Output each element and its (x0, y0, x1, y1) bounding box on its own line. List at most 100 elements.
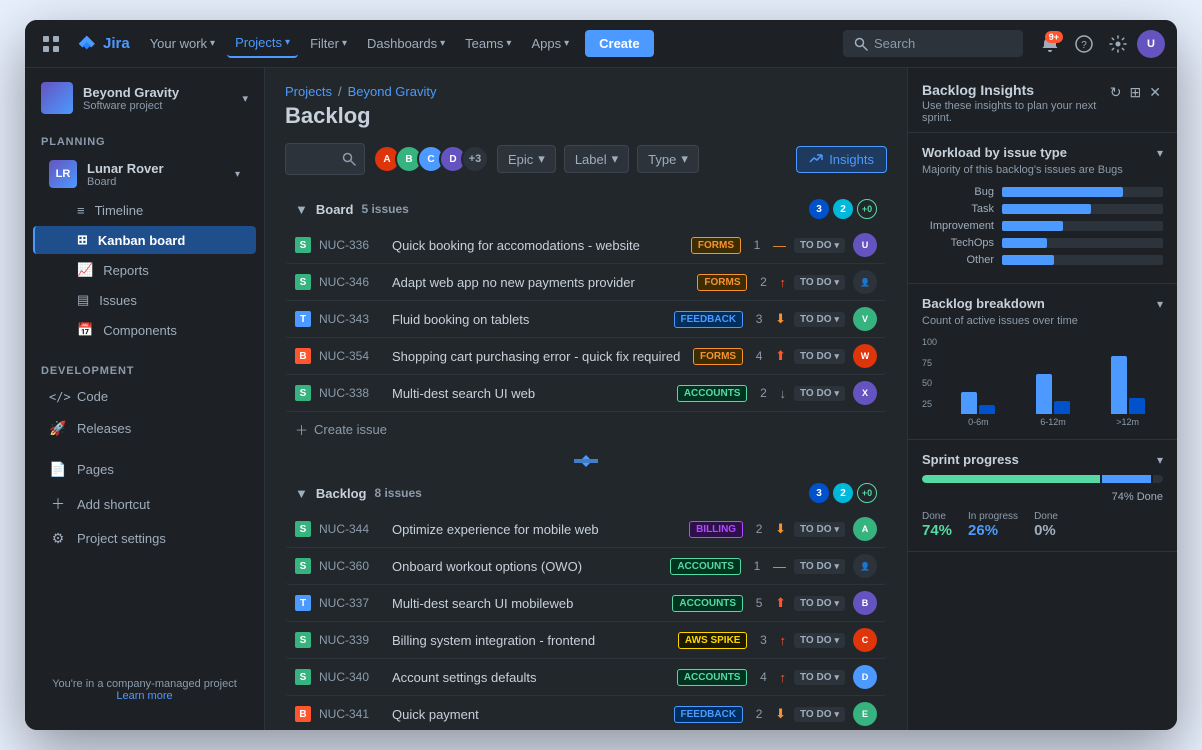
help-button[interactable]: ? (1069, 29, 1099, 59)
status-todo[interactable]: TO DO▾ (794, 670, 845, 685)
nav-teams[interactable]: Teams ▾ (457, 30, 519, 57)
issue-tag: FORMS (691, 237, 741, 254)
board-section-header[interactable]: ▼ Board 5 issues 3 2 +0 (285, 191, 887, 227)
insights-button[interactable]: Insights (796, 146, 887, 173)
table-row[interactable]: S NUC-340 Account settings defaults ACCO… (285, 659, 887, 696)
sidebar-item-code[interactable]: </> Code (33, 382, 256, 411)
sidebar-item-timeline[interactable]: ≡ Timeline (33, 197, 256, 224)
table-row[interactable]: B NUC-341 Quick payment FEEDBACK 2 ⬇ TO … (285, 696, 887, 730)
status-todo[interactable]: TO DO▾ (794, 596, 845, 611)
backlog-section: ▼ Backlog 8 issues 3 2 +0 S NUC-344 Opti… (285, 475, 887, 730)
table-row[interactable]: T NUC-343 Fluid booking on tablets FEEDB… (285, 301, 887, 338)
project-settings-icon: ⚙ (49, 530, 67, 547)
table-row[interactable]: S NUC-338 Multi-dest search UI web ACCOU… (285, 375, 887, 412)
notifications-button[interactable]: 9+ (1035, 29, 1065, 59)
sidebar-item-reports[interactable]: 📈 Reports (33, 256, 256, 284)
epic-filter[interactable]: Epic ▾ (497, 145, 556, 173)
sidebar-item-add-shortcut[interactable]: ＋ Add shortcut (33, 487, 256, 521)
insights-close-icon[interactable]: ✕ (1147, 82, 1163, 103)
priority-high-icon: ↑ (779, 670, 786, 685)
create-issue-button[interactable]: ＋ Create issue (285, 412, 887, 447)
issue-tag: BILLING (689, 521, 743, 538)
table-row[interactable]: S NUC-339 Billing system integration - f… (285, 622, 887, 659)
lunar-rover-icon: LR (49, 160, 77, 188)
sidebar-item-project-settings[interactable]: ⚙ Project settings (33, 523, 256, 554)
issue-type-bug-icon: B (295, 348, 311, 364)
workload-row-task: Task (922, 203, 1163, 215)
sprint-done-bar (922, 475, 1100, 483)
status-todo[interactable]: TO DO▾ (794, 275, 845, 290)
components-icon: 📅 (77, 322, 93, 338)
breadcrumb-projects[interactable]: Projects (285, 84, 332, 99)
search-filter-input[interactable] (285, 143, 365, 175)
nav-dashboards[interactable]: Dashboards ▾ (359, 30, 453, 57)
nav-your-work[interactable]: Your work ▾ (142, 30, 223, 57)
issue-type-story-icon: S (295, 237, 311, 253)
workload-row-techops: TechOps (922, 237, 1163, 249)
nav-apps[interactable]: Apps ▾ (523, 30, 577, 57)
status-todo[interactable]: TO DO▾ (794, 522, 845, 537)
sidebar-item-kanban[interactable]: ⊞ Kanban board (33, 226, 256, 254)
search-box[interactable]: Search (843, 30, 1023, 57)
table-row[interactable]: S NUC-344 Optimize experience for mobile… (285, 511, 887, 548)
status-todo[interactable]: TO DO▾ (794, 707, 845, 722)
sprint-progress-header[interactable]: Sprint progress ▾ (922, 452, 1163, 467)
status-todo[interactable]: TO DO▾ (794, 633, 845, 648)
sidebar-item-components[interactable]: 📅 Components (33, 316, 256, 344)
table-row[interactable]: S NUC-336 Quick booking for accomodation… (285, 227, 887, 264)
drag-handle[interactable] (285, 447, 887, 475)
issue-avatar: 👤 (853, 270, 877, 294)
insights-settings-icon[interactable]: ⊞ (1128, 82, 1144, 103)
code-label: Code (77, 389, 108, 404)
sidebar-item-lunar-rover[interactable]: LR Lunar Rover Board ▾ (33, 153, 256, 195)
label-filter[interactable]: Label ▾ (564, 145, 629, 173)
nav-projects[interactable]: Projects ▾ (227, 29, 298, 58)
backlog-badge-2: 2 (833, 483, 853, 503)
breakdown-section-header[interactable]: Backlog breakdown ▾ (922, 296, 1163, 311)
backlog-badge-3: +0 (857, 483, 877, 503)
table-row[interactable]: S NUC-360 Onboard workout options (OWO) … (285, 548, 887, 585)
avatar-stack[interactable]: A B C D +3 (373, 145, 489, 173)
type-filter[interactable]: Type ▾ (637, 145, 699, 173)
status-todo[interactable]: TO DO▾ (794, 559, 845, 574)
table-row[interactable]: T NUC-337 Multi-dest search UI mobileweb… (285, 585, 887, 622)
issue-tag: FEEDBACK (674, 706, 744, 723)
insights-panel-title: Backlog Insights (922, 82, 1108, 98)
workload-section: Workload by issue type ▾ Majority of thi… (908, 133, 1177, 284)
insights-refresh-icon[interactable]: ↻ (1108, 82, 1124, 103)
create-button[interactable]: Create (585, 30, 653, 57)
sidebar-item-pages[interactable]: 📄 Pages (33, 454, 256, 485)
workload-row-bug: Bug (922, 186, 1163, 198)
breadcrumb-project[interactable]: Beyond Gravity (348, 84, 437, 99)
table-row[interactable]: S NUC-346 Adapt web app no new payments … (285, 264, 887, 301)
status-todo[interactable]: TO DO▾ (794, 386, 845, 401)
table-row[interactable]: B NUC-354 Shopping cart purchasing error… (285, 338, 887, 375)
status-todo[interactable]: TO DO▾ (794, 312, 845, 327)
project-header[interactable]: Beyond Gravity Software project ▾ (25, 68, 264, 124)
workload-section-header[interactable]: Workload by issue type ▾ (922, 145, 1163, 160)
settings-button[interactable] (1103, 29, 1133, 59)
user-avatar[interactable]: U (1137, 30, 1165, 58)
issue-type-story-icon: S (295, 521, 311, 537)
issue-avatar: D (853, 665, 877, 689)
grid-icon[interactable] (37, 30, 65, 58)
issues-icon: ▤ (77, 292, 89, 308)
timeline-icon: ≡ (77, 203, 85, 218)
backlog-section-header[interactable]: ▼ Backlog 8 issues 3 2 +0 (285, 475, 887, 511)
sidebar-item-issues[interactable]: ▤ Issues (33, 286, 256, 314)
status-todo[interactable]: TO DO▾ (794, 349, 845, 364)
sidebar-learn-more-link[interactable]: Learn more (116, 690, 172, 702)
workload-row-other: Other (922, 254, 1163, 266)
status-todo[interactable]: TO DO▾ (794, 238, 845, 253)
project-icon (41, 82, 73, 114)
nav-filter[interactable]: Filter ▾ (302, 30, 355, 57)
board-badge-3: +0 (857, 199, 877, 219)
sprint-progress-section: Sprint progress ▾ 74% Done Done 74% (908, 440, 1177, 552)
priority-low-icon: ↓ (779, 386, 786, 401)
priority-medium-icon: ⬇ (775, 311, 786, 327)
issue-type-story-icon: S (295, 669, 311, 685)
insights-panel: Backlog Insights Use these insights to p… (907, 68, 1177, 730)
project-settings-label: Project settings (77, 531, 166, 546)
issue-avatar: W (853, 344, 877, 368)
sidebar-item-releases[interactable]: 🚀 Releases (33, 413, 256, 444)
